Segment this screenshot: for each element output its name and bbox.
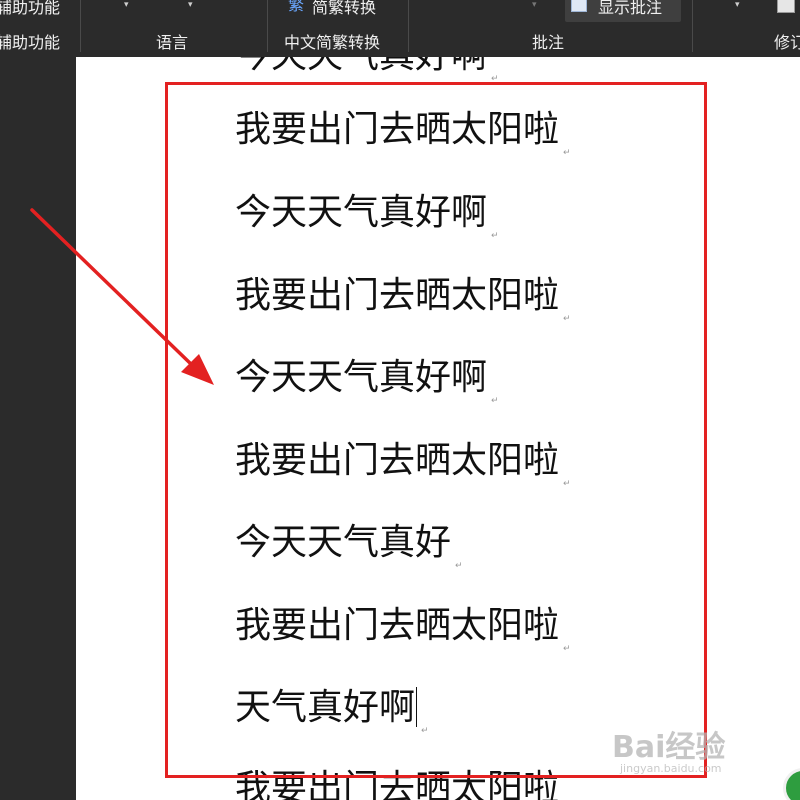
chevron-down-icon[interactable]: ▾ [188, 0, 193, 10]
watermark-url: jingyan.baidu.com [620, 762, 722, 775]
show-comments-button[interactable]: 显示批注 [598, 0, 662, 18]
watermark-logo: Bai经验 [612, 730, 726, 765]
revisions-group-label: 修订 [774, 33, 800, 52]
chevron-down-icon[interactable]: ▾ [532, 0, 537, 10]
accessibility-group-label: 辅助功能 [0, 33, 61, 52]
traditional-chinese-icon[interactable]: 繁 [288, 0, 308, 14]
accessibility-button[interactable]: 辅助功能 [0, 0, 60, 18]
ribbon-divider [267, 0, 268, 52]
show-comments-icon[interactable] [571, 0, 587, 12]
comments-group-label: 批注 [532, 33, 565, 52]
simplified-traditional-convert-button[interactable]: 简繁转换 [312, 0, 376, 18]
chevron-down-icon[interactable]: ▾ [124, 0, 129, 10]
track-changes-icon[interactable] [777, 0, 795, 13]
left-margin [0, 57, 76, 800]
ribbon: 辅助功能 辅助功能 ▾ ▾ 语言 繁 简繁转换 中文简繁转换 ▾ 显示批注 批注… [0, 0, 800, 57]
chevron-down-icon[interactable]: ▾ [735, 0, 740, 10]
ribbon-divider [692, 0, 693, 52]
ribbon-divider [408, 0, 409, 52]
ribbon-divider [80, 0, 81, 52]
chinese-conversion-group-label: 中文简繁转换 [284, 33, 381, 52]
language-group-label: 语言 [156, 33, 189, 52]
highlight-box [165, 82, 707, 778]
